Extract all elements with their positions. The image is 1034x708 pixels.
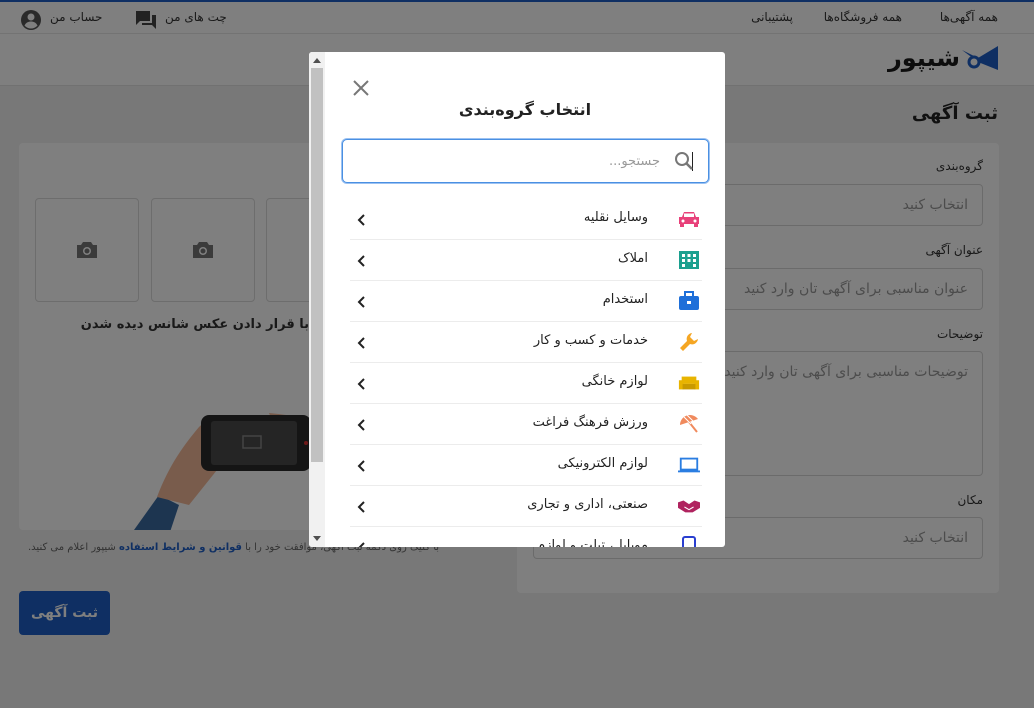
category-item[interactable]: لوازم الکترونیکی [350, 445, 702, 486]
category-label: استخدام [602, 292, 648, 307]
category-item[interactable]: موبایل، تبلت و لوازم [350, 527, 702, 547]
chevron-left-icon [356, 499, 366, 518]
search-box[interactable] [342, 139, 709, 183]
chevron-left-icon [356, 335, 366, 354]
category-label: وسایل نقلیه [583, 210, 648, 225]
sofa-icon [678, 372, 700, 394]
umbrella-icon [678, 413, 700, 435]
category-label: ورزش فرهنگ فراغت [532, 415, 648, 430]
category-item[interactable]: خدمات و کسب و کار [350, 322, 702, 363]
scroll-up-arrow-icon[interactable] [313, 58, 321, 63]
category-label: خدمات و کسب و کار [533, 333, 648, 348]
search-input[interactable] [360, 151, 660, 171]
category-label: موبایل، تبلت و لوازم [537, 538, 648, 547]
category-modal: انتخاب گروه‌بندی وسایل نقلیه املاک ا [309, 52, 725, 547]
scroll-thumb[interactable] [311, 68, 323, 462]
category-label: لوازم خانگی [581, 374, 648, 389]
category-item[interactable]: املاک [350, 240, 702, 281]
category-label: املاک [618, 251, 648, 266]
category-list: وسایل نقلیه املاک استخدام خدمات و کسب و … [350, 199, 702, 547]
chevron-left-icon [356, 212, 366, 231]
close-icon[interactable] [351, 78, 371, 98]
briefcase-icon [678, 290, 700, 312]
handshake-icon [678, 495, 700, 517]
building-icon [678, 249, 700, 271]
search-icon[interactable] [674, 151, 694, 175]
chevron-left-icon [356, 458, 366, 477]
mobile-icon [678, 536, 700, 547]
car-icon [678, 208, 700, 230]
chevron-left-icon [356, 417, 366, 436]
category-label: لوازم الکترونیکی [557, 456, 648, 471]
chevron-left-icon [356, 540, 366, 547]
category-item[interactable]: وسایل نقلیه [350, 199, 702, 240]
wrench-icon [678, 331, 700, 353]
chevron-left-icon [356, 253, 366, 272]
modal-title: انتخاب گروه‌بندی [458, 100, 592, 119]
scroll-down-arrow-icon[interactable] [313, 536, 321, 541]
category-label: صنعتی، اداری و تجاری [527, 497, 648, 512]
category-item[interactable]: لوازم خانگی [350, 363, 702, 404]
chevron-left-icon [356, 294, 366, 313]
chevron-left-icon [356, 376, 366, 395]
category-item[interactable]: استخدام [350, 281, 702, 322]
category-item[interactable]: ورزش فرهنگ فراغت [350, 404, 702, 445]
laptop-icon [678, 454, 700, 476]
scrollbar[interactable] [309, 52, 325, 547]
category-item[interactable]: صنعتی، اداری و تجاری [350, 486, 702, 527]
